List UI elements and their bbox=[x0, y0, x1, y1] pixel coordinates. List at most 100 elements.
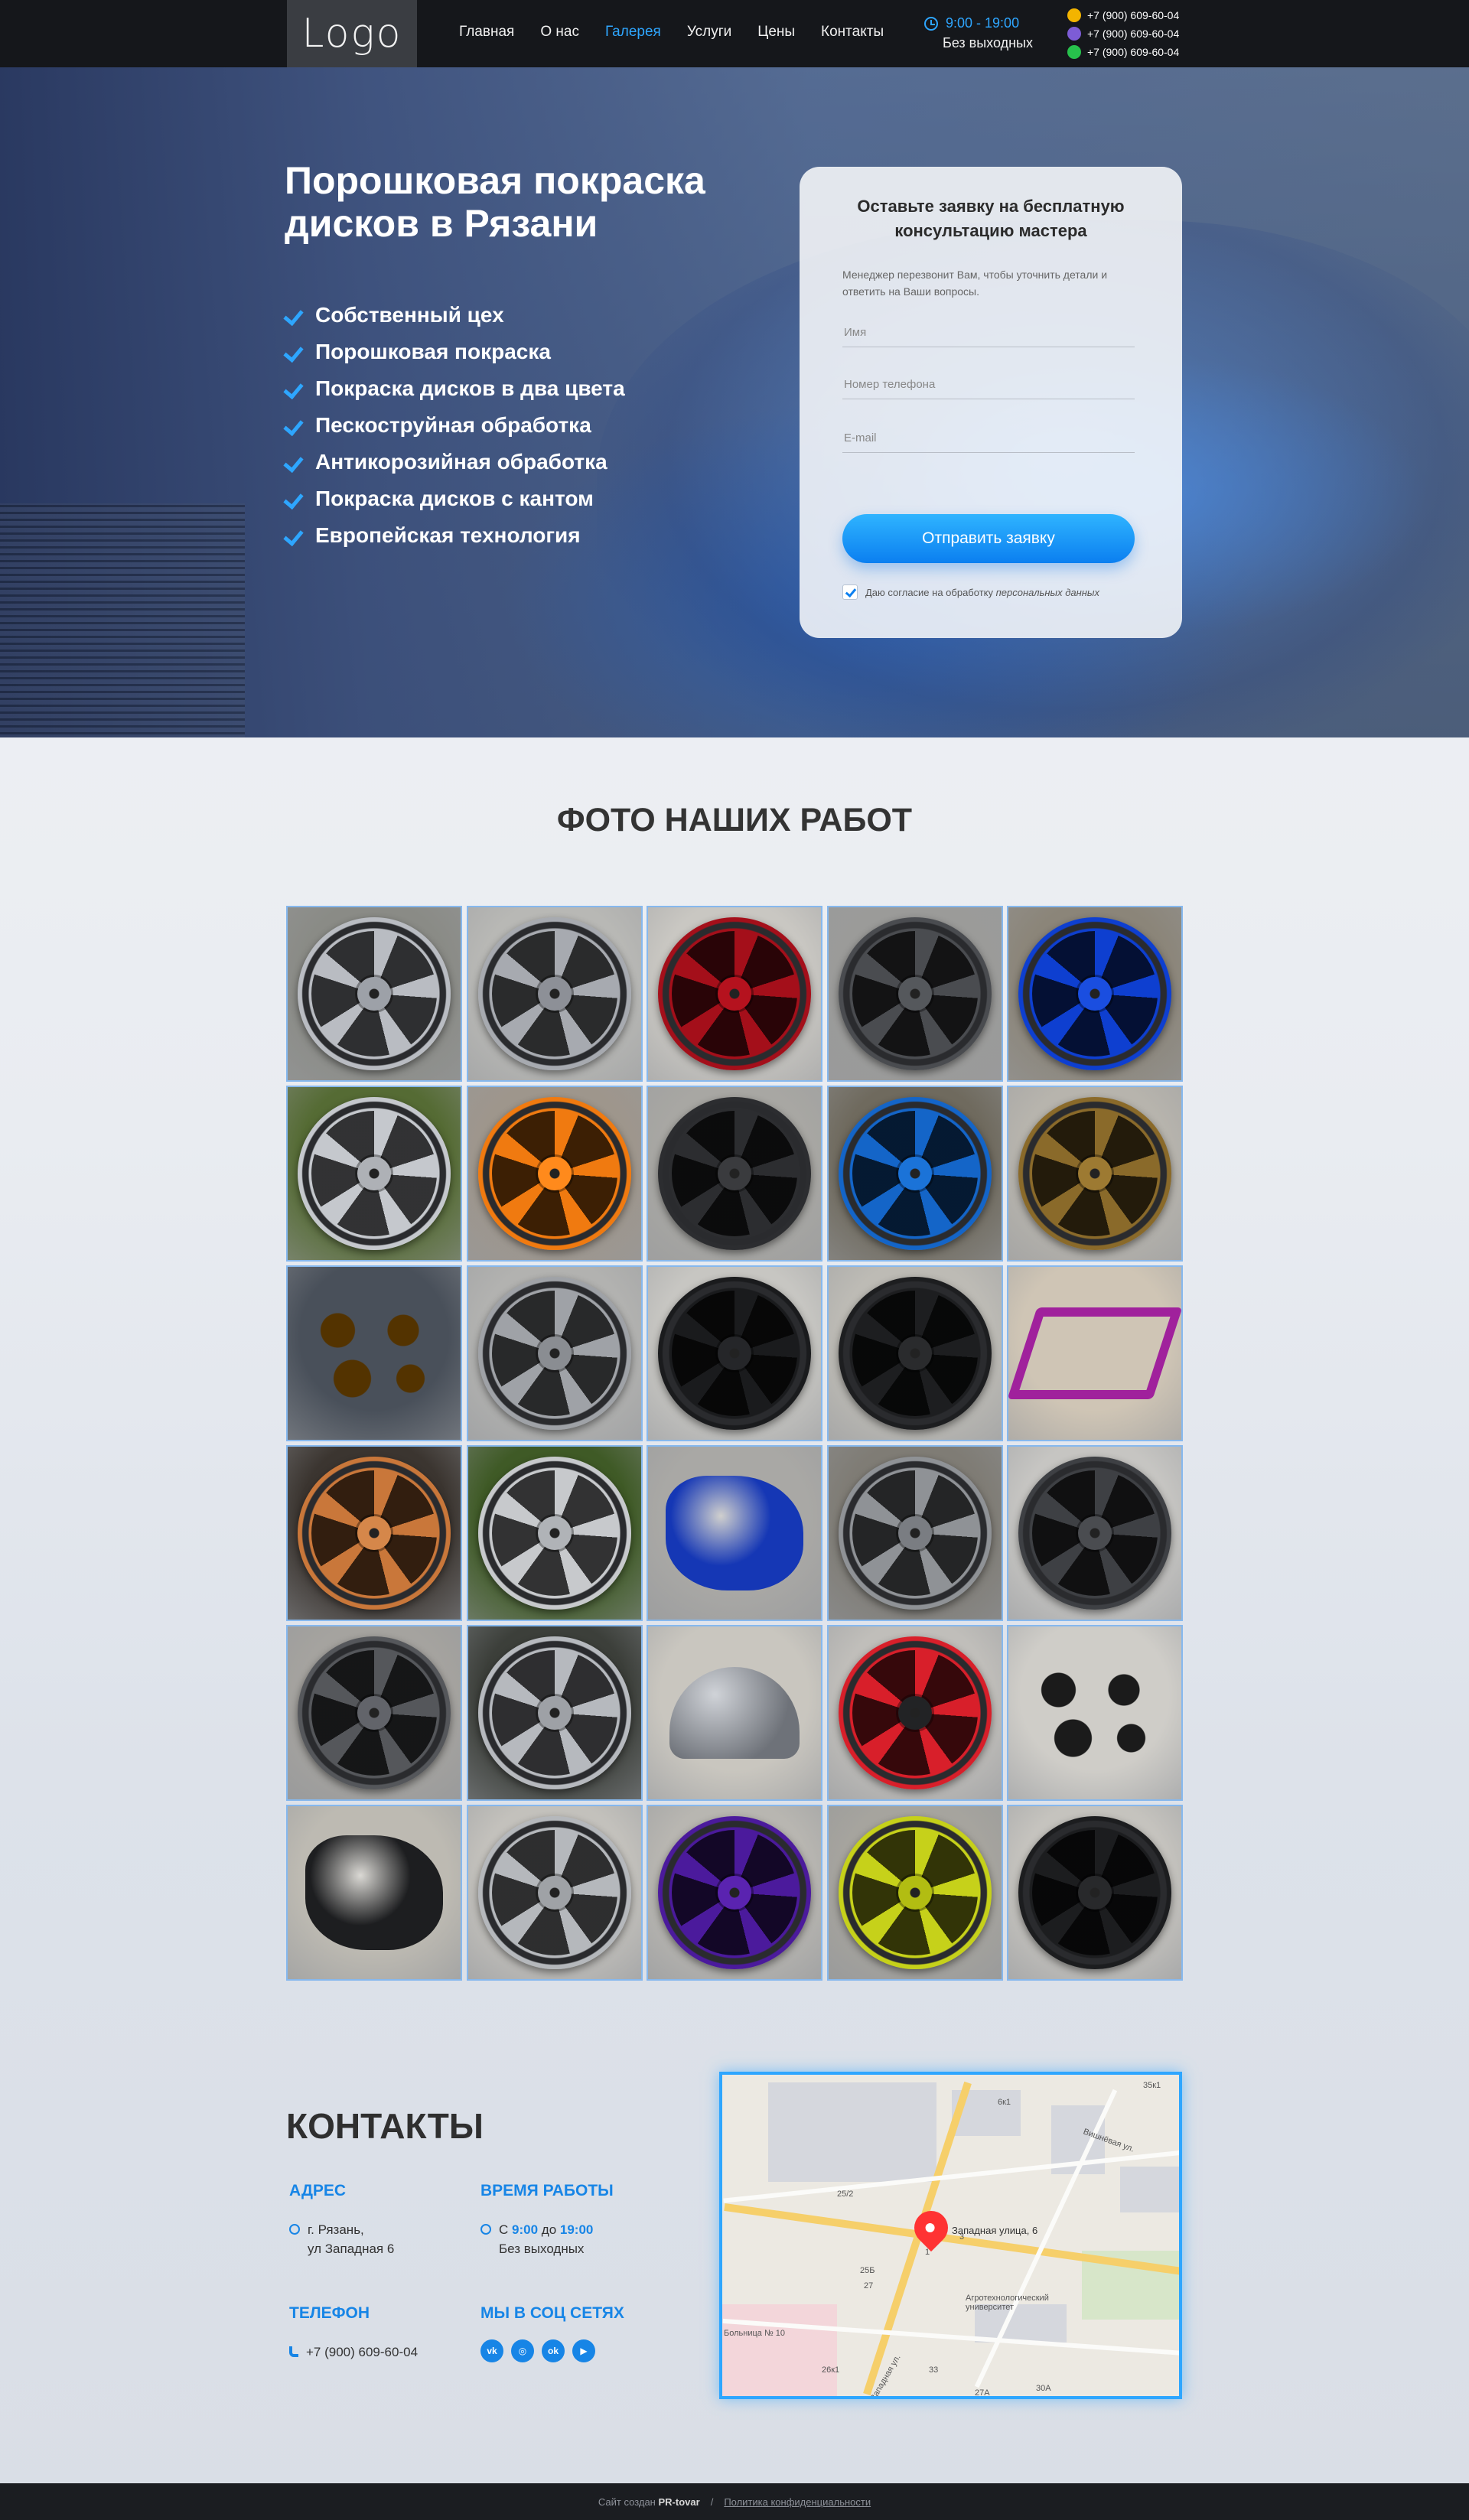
clock-icon bbox=[924, 16, 938, 31]
hours-days: Без выходных bbox=[499, 2242, 585, 2256]
map-house-number: 1 bbox=[925, 2248, 930, 2257]
gallery-photo[interactable] bbox=[466, 1265, 643, 1441]
phone-number[interactable]: +7 (900) 609-60-04 bbox=[1087, 46, 1179, 58]
feature-item: Покраска дисков с кантом bbox=[285, 480, 625, 517]
phone-number[interactable]: +7 (900) 609-60-04 bbox=[1087, 28, 1179, 40]
nav-home[interactable]: Главная bbox=[459, 24, 514, 41]
feature-label: Порошковая покраска bbox=[315, 340, 551, 363]
logo[interactable]: Logo bbox=[287, 0, 417, 67]
wheel-image bbox=[477, 1097, 631, 1250]
gallery-photo[interactable] bbox=[826, 1805, 1003, 1981]
gallery-title: ФОТО НАШИХ РАБОТ bbox=[556, 802, 913, 838]
gallery-photo[interactable] bbox=[647, 1445, 822, 1621]
working-time: 9:00 - 19:00 bbox=[946, 15, 1020, 31]
hero-background-grate bbox=[0, 503, 245, 737]
map-house-number: 35к1 bbox=[1143, 2081, 1161, 2090]
phone-field[interactable] bbox=[842, 370, 1135, 399]
nav-contacts[interactable]: Контакты bbox=[821, 24, 884, 41]
wheel-image bbox=[658, 1816, 811, 1969]
phone-number[interactable]: +7 (900) 609-60-04 bbox=[1087, 9, 1179, 21]
gallery-photo[interactable] bbox=[826, 1625, 1003, 1801]
nav-gallery[interactable]: Галерея bbox=[605, 24, 661, 41]
gallery-photo[interactable] bbox=[647, 1805, 822, 1981]
gallery-photo[interactable] bbox=[1007, 1265, 1183, 1441]
gallery-photo[interactable] bbox=[1007, 906, 1183, 1082]
wheel-image bbox=[298, 1636, 451, 1789]
name-field[interactable] bbox=[842, 318, 1135, 347]
footer-credit: Сайт создан bbox=[598, 2496, 656, 2508]
wheel-image bbox=[298, 1097, 451, 1250]
gallery-photo[interactable] bbox=[1007, 1625, 1183, 1801]
address-line: ул Западная 6 bbox=[308, 2242, 395, 2256]
social-links: vk ◎ ok ▶ bbox=[480, 2339, 624, 2362]
phone-row[interactable]: +7 (900) 609-60-04 bbox=[1067, 24, 1179, 43]
consent-link[interactable]: персональных данных bbox=[996, 587, 1099, 598]
gallery-photo[interactable] bbox=[647, 1265, 822, 1441]
gallery-photo[interactable] bbox=[286, 1625, 462, 1801]
gallery-photo[interactable] bbox=[286, 1445, 462, 1621]
address-heading: АДРЕС bbox=[289, 2182, 347, 2199]
painted-part-image bbox=[666, 1476, 803, 1590]
gallery-photo[interactable] bbox=[826, 1265, 1003, 1441]
wheel-image bbox=[1018, 917, 1171, 1070]
gallery-photo[interactable] bbox=[826, 1445, 1003, 1621]
submit-button[interactable]: Отправить заявку bbox=[842, 514, 1135, 563]
form-title: Оставьте заявку на бесплатную консультац… bbox=[857, 197, 1125, 240]
instagram-icon[interactable]: ◎ bbox=[511, 2339, 534, 2362]
phone-icon bbox=[289, 2346, 298, 2357]
consent-checkbox[interactable] bbox=[842, 584, 858, 600]
gallery-photo[interactable] bbox=[647, 1086, 822, 1262]
check-icon bbox=[285, 380, 305, 397]
map-house-number: 27 bbox=[864, 2281, 874, 2290]
feature-label: Покраска дисков с кантом bbox=[315, 487, 594, 510]
consent-text: Даю согласие на обработку персональных д… bbox=[865, 587, 1099, 598]
map-house-number: 25Б bbox=[860, 2266, 875, 2275]
gallery-photo[interactable] bbox=[466, 1625, 643, 1801]
location-map[interactable]: Западная улица, 6 Агротехнологический ун… bbox=[719, 2072, 1182, 2399]
email-field[interactable] bbox=[842, 424, 1135, 453]
gallery-photo[interactable] bbox=[826, 1086, 1003, 1262]
gallery-photo[interactable] bbox=[466, 1445, 643, 1621]
gallery-photo[interactable] bbox=[647, 906, 822, 1082]
gallery-photo[interactable] bbox=[286, 1086, 462, 1262]
gallery-photo[interactable] bbox=[286, 906, 462, 1082]
map-house-number: 26к1 bbox=[822, 2365, 840, 2375]
vk-icon[interactable]: vk bbox=[480, 2339, 503, 2362]
footer-separator: / bbox=[710, 2496, 714, 2508]
helmet-image bbox=[669, 1667, 800, 1759]
nav-prices[interactable]: Цены bbox=[757, 24, 795, 41]
gallery-photo[interactable] bbox=[1007, 1445, 1183, 1621]
feature-item: Собственный цех bbox=[285, 297, 625, 334]
gallery-photo[interactable] bbox=[1007, 1805, 1183, 1981]
wheel-image bbox=[477, 1277, 631, 1430]
phone-row[interactable]: +7 (900) 609-60-04 bbox=[1067, 6, 1179, 24]
odnoklassniki-icon[interactable]: ok bbox=[542, 2339, 565, 2362]
nav-about[interactable]: О нас bbox=[540, 24, 579, 41]
gallery-photo[interactable] bbox=[286, 1805, 462, 1981]
main-nav: Главная О нас Галерея Услуги Цены Контак… bbox=[459, 24, 884, 41]
gallery-photo[interactable] bbox=[1007, 1086, 1183, 1262]
social-block: МЫ В СОЦ СЕТЯХ vk ◎ ok ▶ bbox=[480, 2304, 624, 2362]
gallery-photo[interactable] bbox=[466, 1086, 643, 1262]
nav-services[interactable]: Услуги bbox=[687, 24, 731, 41]
gallery-photo[interactable] bbox=[466, 906, 643, 1082]
gallery-photo[interactable] bbox=[647, 1625, 822, 1801]
bike-frame-image bbox=[1008, 1307, 1181, 1399]
consent-label: Даю согласие на обработку bbox=[865, 586, 993, 598]
wheel-image bbox=[477, 1457, 631, 1610]
location-icon bbox=[289, 2224, 300, 2235]
footer-agency[interactable]: PR-tovar bbox=[659, 2496, 700, 2508]
contact-phone[interactable]: +7 (900) 609-60-04 bbox=[306, 2343, 418, 2362]
header-phones: +7 (900) 609-60-04 +7 (900) 609-60-04 +7… bbox=[1067, 6, 1179, 61]
phone-row[interactable]: +7 (900) 609-60-04 bbox=[1067, 43, 1179, 61]
wheel-image bbox=[1018, 1097, 1171, 1250]
map-pin-label: Западная улица, 6 bbox=[952, 2225, 1038, 2236]
gallery-photo[interactable] bbox=[466, 1805, 643, 1981]
privacy-policy-link[interactable]: Политика конфиденциальности bbox=[724, 2496, 871, 2508]
gallery-photo[interactable] bbox=[826, 906, 1003, 1082]
social-heading: МЫ В СОЦ СЕТЯХ bbox=[480, 2304, 624, 2322]
viber-alt-icon bbox=[1067, 27, 1081, 41]
map-house-number: 25/2 bbox=[837, 2190, 854, 2199]
gallery-photo[interactable] bbox=[286, 1265, 462, 1441]
youtube-icon[interactable]: ▶ bbox=[572, 2339, 595, 2362]
